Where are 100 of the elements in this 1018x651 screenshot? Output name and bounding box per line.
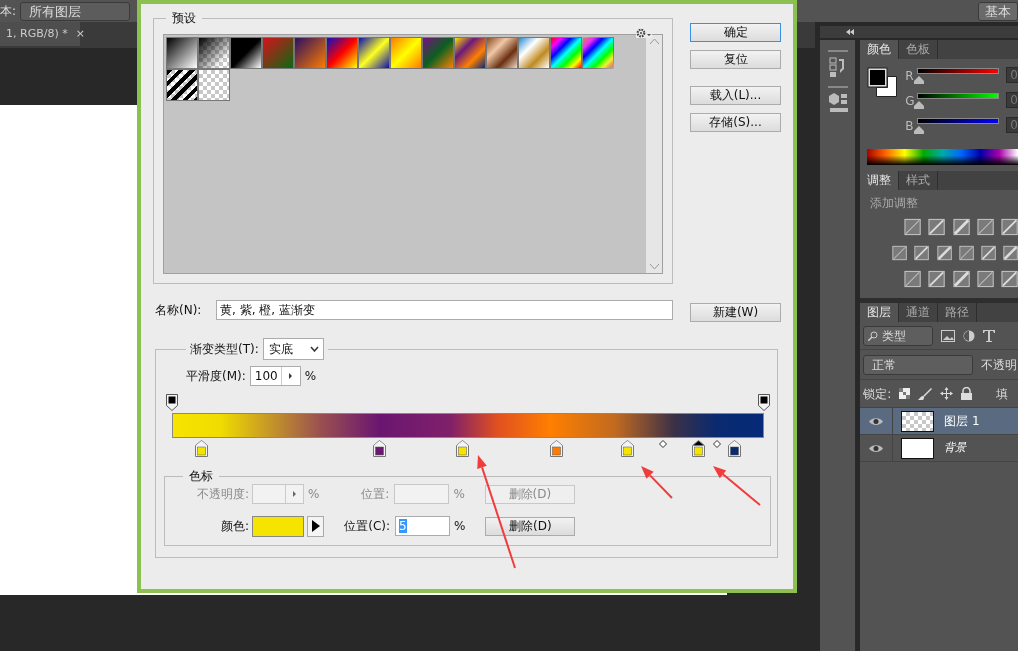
workspace-button[interactable]: 基本 [978, 1, 1018, 21]
lock-pixels-icon[interactable] [899, 388, 911, 399]
adjustment-icon[interactable] [904, 270, 922, 288]
smoothness-field[interactable]: 100 [249, 366, 301, 386]
gradient-preset[interactable] [326, 37, 358, 69]
stepper-arrow-icon [289, 373, 293, 379]
group-title: 预设 [171, 10, 197, 26]
settings-icon[interactable] [636, 28, 652, 38]
delete-button[interactable]: 删除(D) [485, 516, 576, 536]
panel-tab[interactable]: 图层 [860, 303, 900, 322]
history-icon[interactable] [825, 50, 850, 78]
adjustment-icon[interactable] [904, 218, 922, 236]
annotation-arrow [713, 466, 761, 506]
color-menu-button[interactable] [307, 515, 324, 537]
brush-icon[interactable] [918, 386, 933, 401]
slider-thumb[interactable] [914, 101, 925, 109]
adjustment-icon[interactable] [928, 270, 946, 288]
layer-select[interactable]: 所有图层 [20, 1, 131, 21]
adjustment-icon[interactable] [976, 270, 994, 288]
name-field[interactable]: 黄, 紫, 橙, 蓝渐变 [216, 300, 673, 320]
adjustment-icon[interactable] [928, 218, 946, 236]
filter-dropdown[interactable]: 类型 [863, 325, 934, 346]
layer-row[interactable]: 图层 1 [860, 408, 1018, 435]
opacity-stop[interactable] [758, 394, 770, 411]
lock-icon[interactable] [961, 387, 973, 400]
adjustment-icon[interactable] [892, 244, 908, 262]
color-stop[interactable] [550, 440, 564, 457]
unit-label: % [304, 368, 317, 385]
gradient-preset[interactable] [582, 37, 614, 69]
adjustment-icon[interactable] [1002, 244, 1018, 262]
move-icon[interactable] [940, 387, 954, 400]
gradient-preset[interactable] [550, 37, 582, 69]
gradient-preset[interactable] [230, 37, 262, 69]
panel-tab[interactable]: 样式 [899, 171, 939, 190]
channel-slider[interactable] [917, 67, 1000, 85]
background-swatch[interactable] [876, 76, 898, 97]
color-stop[interactable] [372, 440, 386, 457]
channel-slider[interactable] [917, 117, 1000, 135]
color-stop[interactable] [621, 440, 635, 457]
gradient-preset[interactable] [166, 37, 198, 69]
adjustment-icon[interactable] [1000, 270, 1018, 288]
gradient-type-dropdown[interactable]: 实底 [262, 338, 324, 360]
stepper-arrow-icon [292, 491, 296, 497]
adjustment-icon[interactable] [976, 218, 994, 236]
adjustment-icon[interactable] [1000, 218, 1018, 236]
layer-row[interactable]: 背景 [860, 435, 1018, 462]
new-button[interactable]: 新建(W) [690, 303, 781, 322]
panel-tab[interactable]: 路径 [938, 303, 978, 322]
midpoint-marker[interactable] [659, 440, 668, 448]
layer-name[interactable]: 图层 1 [944, 412, 980, 430]
foreground-swatch[interactable] [867, 67, 888, 88]
name-label: 名称(N): [155, 302, 203, 319]
gradient-preset[interactable] [198, 37, 230, 69]
dialog-button[interactable]: 载入(L)... [690, 86, 781, 105]
lock-label: 锁定: [863, 385, 892, 403]
color-stop[interactable] [692, 440, 706, 457]
midpoint-marker[interactable] [712, 440, 721, 448]
dialog-button[interactable]: 确定 [690, 23, 781, 42]
color-stop[interactable] [195, 440, 209, 457]
gradient-preset[interactable] [486, 37, 518, 69]
adjustment-icon[interactable] [980, 244, 996, 262]
panel-tab[interactable]: 调整 [860, 171, 900, 190]
panel-tab[interactable]: 色板 [899, 40, 939, 59]
layer-name[interactable]: 背景 [944, 439, 967, 457]
adjustment-icon[interactable] [952, 218, 970, 236]
channel-slider[interactable] [917, 92, 1000, 110]
color-stop[interactable] [455, 440, 469, 457]
location-label: 位置(C): [343, 518, 391, 535]
panel-tab[interactable]: 颜色 [860, 40, 900, 59]
opacity-stop[interactable] [166, 394, 178, 411]
properties-icon[interactable] [825, 86, 850, 114]
eye-icon[interactable] [869, 416, 884, 426]
filter-label: 类型 [882, 327, 907, 345]
annotation-arrow [641, 466, 673, 499]
dialog-button[interactable]: 存储(S)... [690, 113, 781, 132]
color-swatch[interactable] [252, 515, 304, 537]
chevron-down-icon [309, 346, 319, 352]
unit-label: % [308, 486, 320, 503]
collapse-icon[interactable] [846, 29, 854, 35]
type-filter-icon[interactable] [983, 329, 996, 342]
unit-label: % [454, 518, 466, 535]
dialog-button[interactable]: 复位 [690, 50, 781, 69]
eye-icon[interactable] [869, 443, 884, 453]
adjustment-filter-icon[interactable] [963, 329, 976, 342]
panel-tab[interactable]: 通道 [899, 303, 939, 322]
adjustment-icon[interactable] [958, 244, 974, 262]
slider-thumb[interactable] [914, 126, 925, 134]
image-filter-icon[interactable] [941, 329, 956, 342]
gradient-preset[interactable] [166, 69, 198, 101]
slider-thumb[interactable] [914, 76, 925, 84]
blend-mode-dropdown[interactable]: 正常 [863, 354, 974, 375]
location-field[interactable] [394, 484, 450, 504]
color-spectrum[interactable] [867, 149, 1018, 165]
gradient-preset[interactable] [358, 37, 390, 69]
adjustment-icon[interactable] [936, 244, 952, 262]
color-stop[interactable] [727, 440, 741, 457]
adjustment-icon[interactable] [914, 244, 930, 262]
gradient-bar[interactable] [172, 413, 764, 438]
fill-label: 填 [996, 385, 1009, 403]
adjustment-icon[interactable] [952, 270, 970, 288]
